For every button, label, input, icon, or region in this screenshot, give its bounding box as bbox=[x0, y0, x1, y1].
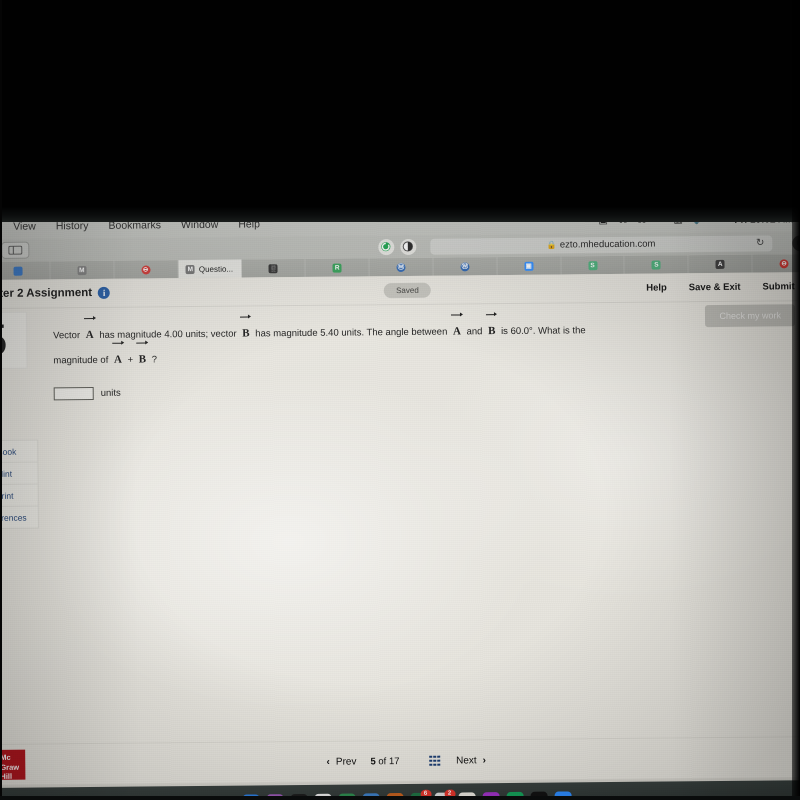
question-number: 5 bbox=[0, 311, 28, 370]
vector-b-symbol-2: B bbox=[485, 319, 499, 343]
red-circle-icon: ⊖ bbox=[779, 258, 789, 268]
chevron-left-icon: ‹ bbox=[326, 756, 330, 768]
address-bar-url: ezto.mheducation.com bbox=[559, 238, 656, 251]
vector-a-symbol: A bbox=[83, 323, 97, 347]
browser-tab-1[interactable]: M bbox=[50, 260, 115, 280]
sidebar-icon[interactable] bbox=[1, 241, 30, 259]
submit-button[interactable]: Submit bbox=[762, 281, 794, 292]
s-green-icon: S bbox=[587, 260, 598, 270]
page-total: 17 bbox=[388, 755, 400, 767]
next-label: Next bbox=[456, 754, 477, 767]
connect-assignment-page: hapter 2 Assignment i Saved Help Save & … bbox=[0, 272, 800, 785]
bezel-hinge bbox=[0, 206, 800, 222]
red-circle-icon: ⊖ bbox=[141, 264, 151, 275]
bezel-bottom bbox=[0, 796, 800, 800]
question-text-f: magnitude of bbox=[53, 354, 109, 367]
laptop-display: dit View History Bookmarks Window Help ▣… bbox=[0, 207, 800, 800]
browser-tab-3[interactable]: M Questio... bbox=[177, 259, 242, 279]
page-of: of bbox=[378, 755, 387, 767]
question-mark: ? bbox=[151, 354, 158, 366]
plus-operator: + bbox=[127, 354, 134, 366]
mcgraw-hill-logo: Mc Graw Hill bbox=[0, 749, 26, 781]
question-body: Vector A has magnitude 4.00 units; vecto… bbox=[53, 317, 708, 401]
page-indicator: 5 of 17 bbox=[370, 756, 399, 767]
r-green-icon: R bbox=[332, 263, 342, 273]
prev-button[interactable]: ‹ Prev bbox=[326, 756, 356, 767]
zoom-icon: ▣ bbox=[524, 261, 534, 271]
logo-line-2: Graw bbox=[0, 762, 20, 772]
next-button[interactable]: Next › bbox=[456, 755, 486, 766]
browser-tab-11[interactable]: A bbox=[688, 254, 753, 274]
logo-line-3: Hill bbox=[0, 771, 13, 781]
bezel-left bbox=[0, 0, 2, 800]
question-text-a: Vector bbox=[53, 330, 81, 342]
question-tools: eBook Hint Print References bbox=[0, 439, 40, 530]
help-button[interactable]: Help bbox=[646, 282, 667, 293]
question-navigation: ‹ Prev 5 of 17 Next › Mc Graw Hill bbox=[0, 736, 800, 785]
check-my-work-button[interactable]: Check my work bbox=[705, 304, 796, 328]
browser-tab-6[interactable]: Ⓦ bbox=[369, 257, 434, 277]
references-button[interactable]: References bbox=[0, 507, 38, 529]
photographed-laptop-screen: dit View History Bookmarks Window Help ▣… bbox=[0, 0, 800, 800]
question-rail: 5 47 ints eBook Hint Print References bbox=[0, 311, 53, 745]
vector-b-symbol-3: B bbox=[136, 347, 150, 371]
browser-tab-10[interactable]: S bbox=[624, 255, 689, 274]
reader-contrast-icon[interactable] bbox=[399, 238, 417, 255]
answer-input[interactable] bbox=[53, 386, 94, 401]
w-blue-icon: Ⓦ bbox=[460, 261, 470, 271]
prev-label: Prev bbox=[335, 755, 357, 768]
browser-tab-0[interactable] bbox=[0, 261, 51, 280]
question-text-c: has magnitude 5.40 units. The angle betw… bbox=[255, 326, 448, 340]
answer-unit-label: units bbox=[100, 387, 121, 399]
bezel-top bbox=[0, 0, 800, 219]
status-badge: Saved bbox=[383, 282, 431, 298]
privacy-shield-icon[interactable] bbox=[377, 238, 395, 255]
ebook-button[interactable]: eBook bbox=[0, 440, 38, 464]
vector-a-symbol-3: A bbox=[111, 348, 125, 372]
lock-icon: 🔒 bbox=[546, 240, 557, 250]
question-text-d: and bbox=[466, 326, 483, 338]
info-icon[interactable]: i bbox=[98, 286, 111, 299]
qr-icon: ░ bbox=[268, 263, 278, 273]
browser-tab-9[interactable]: S bbox=[561, 255, 626, 275]
menu-item-view[interactable]: View bbox=[13, 221, 36, 233]
chevron-right-icon: › bbox=[482, 754, 487, 766]
hint-button[interactable]: Hint bbox=[0, 462, 38, 486]
vector-a-symbol-2: A bbox=[450, 319, 464, 343]
header-actions: Help Save & Exit Submit bbox=[646, 281, 800, 293]
w-blue-icon: Ⓦ bbox=[396, 262, 406, 272]
answer-row: units bbox=[53, 381, 708, 401]
browser-tab-5[interactable]: R bbox=[305, 258, 370, 277]
page-current: 5 bbox=[370, 755, 376, 767]
grid-icon[interactable] bbox=[429, 755, 441, 767]
question-line-2: magnitude of A + B ? bbox=[53, 342, 707, 373]
bezel-right bbox=[792, 0, 800, 800]
browser-tab-8[interactable]: ▣ bbox=[497, 256, 562, 276]
save-and-exit-button[interactable]: Save & Exit bbox=[689, 281, 741, 292]
page-title: hapter 2 Assignment bbox=[0, 286, 93, 301]
browser-tab-title: Questio... bbox=[198, 264, 234, 274]
question-text-e: is 60.0°. What is the bbox=[500, 325, 586, 338]
vector-b-symbol: B bbox=[239, 321, 253, 345]
m-gray-icon: M bbox=[77, 265, 87, 275]
browser-tab-2[interactable]: ⊖ bbox=[114, 260, 179, 279]
print-button[interactable]: Print bbox=[0, 484, 38, 508]
s-green-icon: S bbox=[651, 260, 661, 270]
browser-tab-7[interactable]: Ⓦ bbox=[433, 257, 498, 276]
question-text-b: has magnitude 4.00 units; vector bbox=[99, 328, 237, 341]
reload-icon[interactable]: ↻ bbox=[756, 238, 764, 249]
browser-tab-4[interactable]: ░ bbox=[241, 258, 306, 278]
address-bar[interactable]: 🔒 ezto.mheducation.com ↻ bbox=[429, 234, 773, 255]
a-dark-icon: A bbox=[715, 259, 725, 269]
edge-icon bbox=[13, 266, 23, 276]
m-gray-icon: M bbox=[185, 264, 195, 274]
